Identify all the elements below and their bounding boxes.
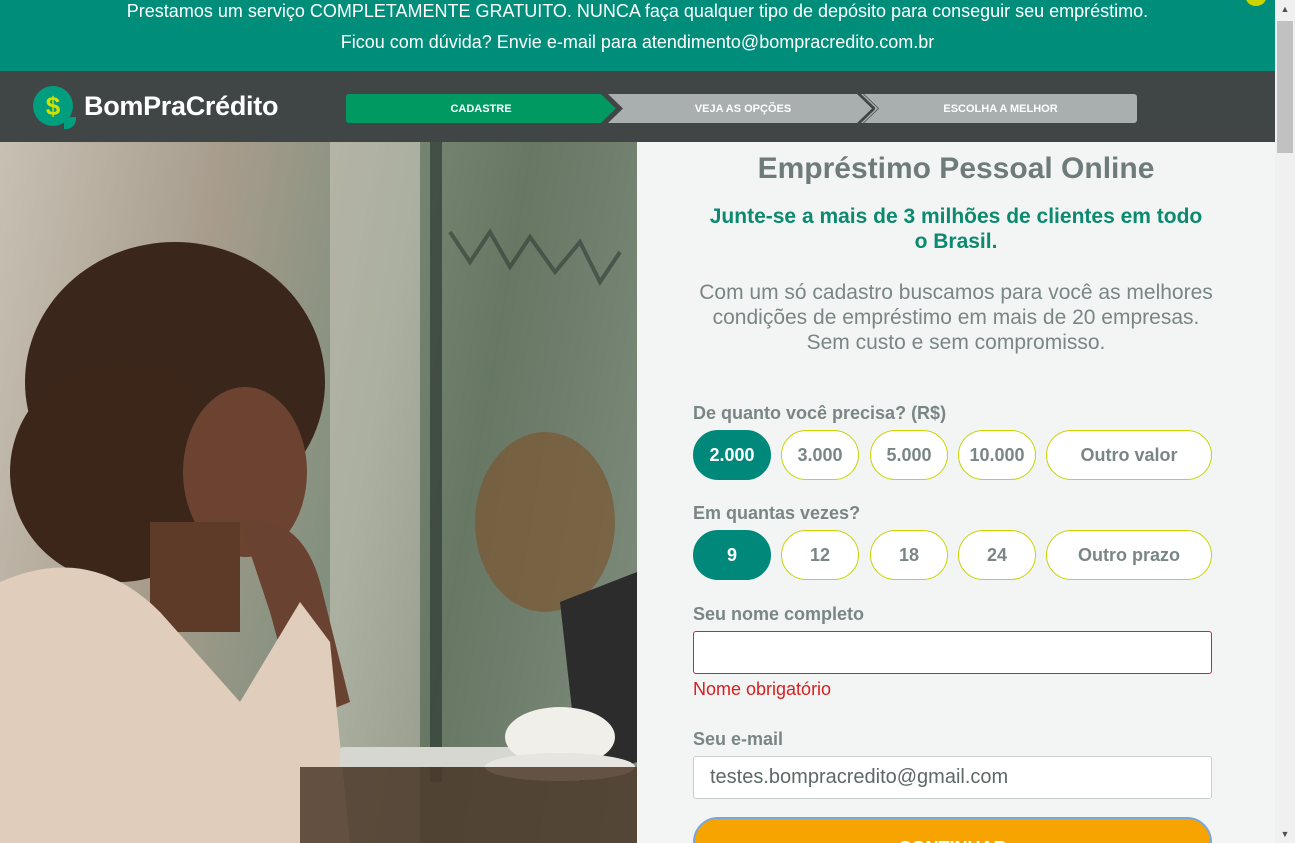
- name-error-message: Nome obrigatório: [693, 679, 832, 699]
- installment-option-18[interactable]: 18: [870, 530, 948, 580]
- step-veja-opcoes: VEJA AS OPÇÕES: [608, 94, 878, 123]
- dollar-icon: $: [33, 86, 76, 129]
- installment-options: 9 12 18 24 Outro prazo: [693, 530, 1213, 580]
- step-escolha-melhor: ESCOLHA A MELHOR: [864, 94, 1137, 123]
- amount-option-other[interactable]: Outro valor: [1046, 430, 1212, 480]
- installments-label: Em quantas vezes?: [693, 503, 861, 523]
- hero-photo: [0, 142, 637, 843]
- brand-name: BomPraCrédito: [84, 90, 279, 121]
- logo[interactable]: $ BomPraCrédito: [33, 86, 279, 129]
- amount-option-2000[interactable]: 2.000: [693, 430, 771, 480]
- chevron-up-icon[interactable]: ▲: [1275, 0, 1295, 18]
- installment-option-other[interactable]: Outro prazo: [1046, 530, 1212, 580]
- notice-line-1: Prestamos um serviço COMPLETAMENTE GRATU…: [126, 1, 1149, 21]
- notice-banner: Prestamos um serviço COMPLETAMENTE GRATU…: [0, 0, 1275, 71]
- amount-option-3000[interactable]: 3.000: [781, 430, 859, 480]
- amount-label: De quanto você precisa? (R$): [693, 403, 947, 423]
- progress-steps: CADASTRE VEJA AS OPÇÕES ESCOLHA A MELHOR: [346, 94, 1137, 123]
- notice-line-2: Ficou com dúvida? Envie e-mail para aten…: [340, 32, 935, 52]
- intro-line-1: Com um só cadastro buscamos para você as…: [699, 281, 1213, 329]
- chevron-down-icon[interactable]: ▼: [1275, 825, 1295, 843]
- amount-option-5000[interactable]: 5.000: [870, 430, 948, 480]
- amount-options: 2.000 3.000 5.000 10.000 Outro valor: [693, 430, 1213, 480]
- continue-button[interactable]: CONTINUAR: [693, 817, 1212, 843]
- installment-option-9[interactable]: 9: [693, 530, 771, 580]
- intro-text: Com um só cadastro buscamos para você as…: [687, 280, 1225, 355]
- installment-option-24[interactable]: 24: [958, 530, 1036, 580]
- email-label: Seu e-mail: [693, 729, 784, 749]
- scrollbar[interactable]: ▲ ▼: [1275, 0, 1295, 843]
- amount-option-10000[interactable]: 10.000: [958, 430, 1036, 480]
- scroll-thumb[interactable]: [1277, 21, 1293, 153]
- intro-line-2: Sem custo e sem compromisso.: [806, 331, 1106, 354]
- name-label: Seu nome completo: [693, 604, 865, 624]
- full-name-input[interactable]: [693, 631, 1212, 674]
- email-input[interactable]: [693, 756, 1212, 799]
- woman-with-laptop-illustration: [0, 142, 637, 843]
- installment-option-12[interactable]: 12: [781, 530, 859, 580]
- signup-form: Empréstimo Pessoal Online Junte-se a mai…: [637, 142, 1275, 843]
- page-subtitle: Junte-se a mais de 3 milhões de clientes…: [709, 205, 1203, 253]
- step-cadastre: CADASTRE: [346, 94, 616, 123]
- page-title: Empréstimo Pessoal Online: [757, 152, 1155, 185]
